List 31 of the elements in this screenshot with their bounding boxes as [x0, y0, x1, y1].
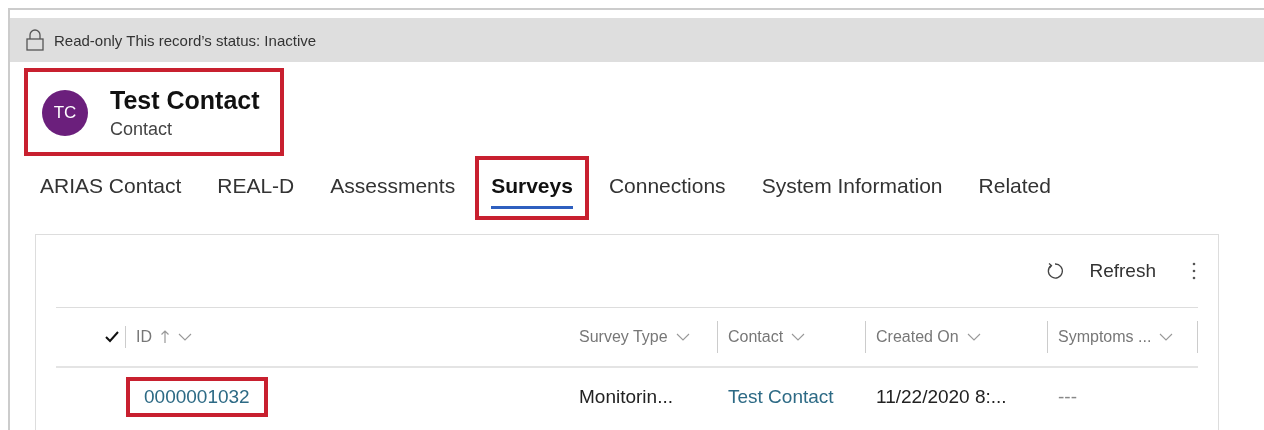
table-cell-text: ---	[1057, 385, 1078, 409]
table-cell-text: 11/22/2020 8:...	[875, 385, 1008, 409]
tab[interactable]: ARIAS Contact	[24, 156, 198, 220]
checkmark-icon[interactable]	[105, 331, 119, 343]
tab[interactable]: REAL-D	[201, 156, 311, 220]
column-header[interactable]: Created On	[866, 321, 1048, 353]
avatar: TC	[42, 90, 88, 136]
tab[interactable]: Assessments	[314, 156, 472, 220]
table-link[interactable]: Test Contact	[710, 377, 852, 417]
chevron-down-icon[interactable]	[178, 333, 192, 341]
table-cell-text: Monitorin...	[578, 385, 674, 409]
tab[interactable]: Surveys	[475, 156, 589, 220]
tab[interactable]: Related	[962, 156, 1067, 220]
refresh-icon[interactable]	[1045, 261, 1066, 281]
tab[interactable]: System Information	[745, 156, 959, 220]
table-link[interactable]: 0000001032	[126, 377, 268, 417]
notice-text: Read-only This record’s status: Inactive	[54, 31, 317, 49]
tab[interactable]: Connections	[592, 156, 742, 220]
more-icon[interactable]	[1192, 261, 1196, 281]
chevron-down-icon[interactable]	[791, 333, 806, 341]
chevron-down-icon[interactable]	[1159, 333, 1174, 341]
column-header[interactable]: Contact	[718, 321, 866, 353]
record-title: Test Contact	[110, 86, 260, 115]
record-type: Contact	[110, 119, 174, 140]
refresh-button[interactable]: Refresh	[1083, 259, 1162, 283]
column-header[interactable]: Symptoms ...	[1048, 321, 1198, 353]
chevron-down-icon[interactable]	[966, 333, 981, 341]
chevron-down-icon[interactable]	[675, 333, 690, 341]
column-header[interactable]: Survey Type	[569, 321, 718, 353]
lock-icon	[26, 29, 44, 51]
column-header[interactable]: ID	[126, 321, 569, 353]
